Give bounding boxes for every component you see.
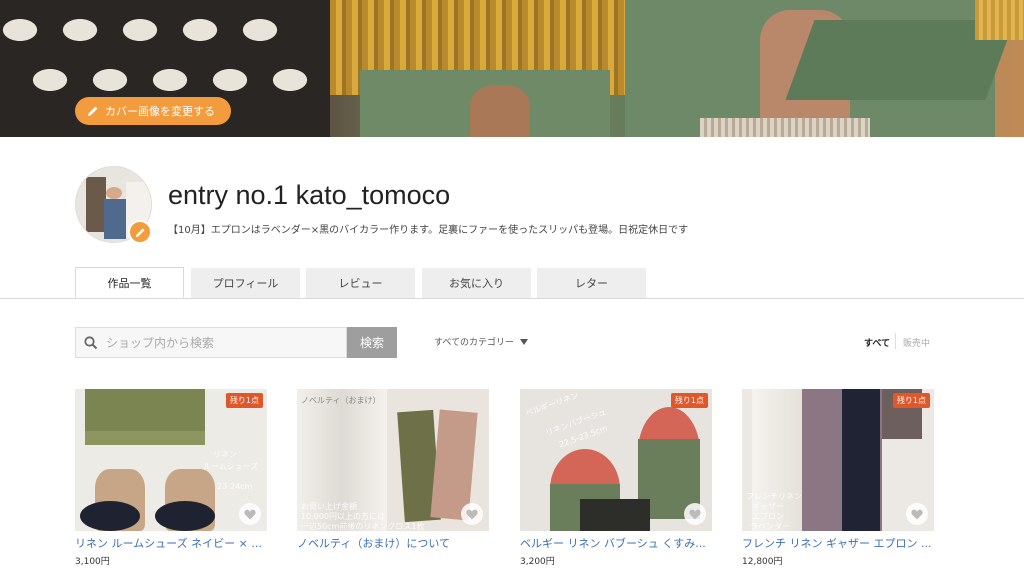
- tab-profile[interactable]: プロフィール: [191, 268, 300, 298]
- favorite-button[interactable]: [461, 503, 483, 525]
- product-overlay-text: ベルギーリネン: [524, 390, 580, 419]
- product-price: 3,200円: [520, 557, 555, 567]
- stock-badge: 残り1点: [225, 393, 263, 408]
- tab-letter[interactable]: レター: [537, 268, 646, 298]
- product-overlay-text: ノベルティ（おまけ）: [301, 396, 381, 405]
- product-price: 12,800円: [742, 557, 783, 567]
- filter-all[interactable]: すべて: [864, 336, 890, 349]
- product-overlay-text: ラベンダー: [750, 522, 790, 531]
- avatar-edit-button[interactable]: [128, 220, 152, 244]
- stock-badge: 残り1点: [892, 393, 930, 408]
- product-overlay-text: 23-24cm: [217, 482, 253, 491]
- product-image[interactable]: フレンチリネン ギャザー エプロン ラベンダー 残り1点: [742, 389, 934, 531]
- filter-divider: [895, 333, 896, 349]
- product-card[interactable]: リネン ルームシューズ 23-24cm 残り1点 リネン ルームシューズ ネイビ…: [75, 389, 267, 567]
- search-box: [75, 327, 347, 358]
- product-title[interactable]: フレンチ リネン ギャザー エプロン ...: [742, 535, 934, 551]
- heart-icon: [911, 509, 923, 519]
- product-title[interactable]: ノベルティ（おまけ）について: [297, 535, 489, 551]
- product-card[interactable]: ベルギーリネン リネンバブーシュ 22.5-23.5cm 残り1点 ベルギー リ…: [520, 389, 712, 567]
- product-overlay-text: リネン: [213, 450, 237, 459]
- caret-down-icon: [520, 338, 529, 345]
- filter-on-sale[interactable]: 販売中: [903, 336, 930, 349]
- product-overlay-text: 一辺50cm前後のリネンクロス1枚: [301, 522, 425, 531]
- product-image[interactable]: ベルギーリネン リネンバブーシュ 22.5-23.5cm 残り1点: [520, 389, 712, 531]
- product-card[interactable]: ノベルティ（おまけ） お買い上げ金額 10,000円以上の方には 一辺50cm前…: [297, 389, 489, 554]
- heart-icon: [689, 509, 701, 519]
- heart-icon: [466, 509, 478, 519]
- favorite-button[interactable]: [906, 503, 928, 525]
- search-button[interactable]: 検索: [347, 327, 397, 358]
- tab-reviews[interactable]: レビュー: [306, 268, 415, 298]
- shop-description: 【10月】エプロンはラベンダー×黒のバイカラー作ります。足裏にファーを使ったスリ…: [168, 225, 689, 236]
- heart-icon: [244, 509, 256, 519]
- category-select-label: すべてのカテゴリー: [434, 338, 515, 348]
- cover-gold-trim: [975, 0, 1024, 40]
- product-image[interactable]: リネン ルームシューズ 23-24cm 残り1点: [75, 389, 267, 531]
- stock-badge: 残り1点: [670, 393, 708, 408]
- search-input[interactable]: [106, 335, 336, 350]
- change-cover-button[interactable]: カバー画像を変更する: [75, 97, 231, 125]
- product-title[interactable]: ベルギー リネン バブーシュ くすみ...: [520, 535, 712, 551]
- tabs-divider: [0, 298, 1024, 299]
- shop-name: entry no.1 kato_tomoco: [168, 180, 451, 210]
- product-title[interactable]: リネン ルームシューズ ネイビー × ...: [75, 535, 267, 551]
- category-select[interactable]: すべてのカテゴリー: [434, 335, 529, 348]
- cover-figure: [470, 85, 530, 137]
- search-icon: [84, 335, 98, 349]
- favorite-button[interactable]: [239, 503, 261, 525]
- tab-works[interactable]: 作品一覧: [75, 267, 184, 298]
- pencil-icon: [135, 227, 145, 237]
- product-overlay-text: ルームシューズ: [203, 462, 259, 471]
- product-price: 3,100円: [75, 557, 110, 567]
- product-card[interactable]: フレンチリネン ギャザー エプロン ラベンダー 残り1点 フレンチ リネン ギャ…: [742, 389, 934, 567]
- tab-favorites[interactable]: お気に入り: [422, 268, 531, 298]
- pencil-icon: [88, 106, 98, 116]
- cover-lace: [700, 118, 870, 137]
- product-image[interactable]: ノベルティ（おまけ） お買い上げ金額 10,000円以上の方には 一辺50cm前…: [297, 389, 489, 531]
- favorite-button[interactable]: [684, 503, 706, 525]
- change-cover-label: カバー画像を変更する: [105, 105, 215, 118]
